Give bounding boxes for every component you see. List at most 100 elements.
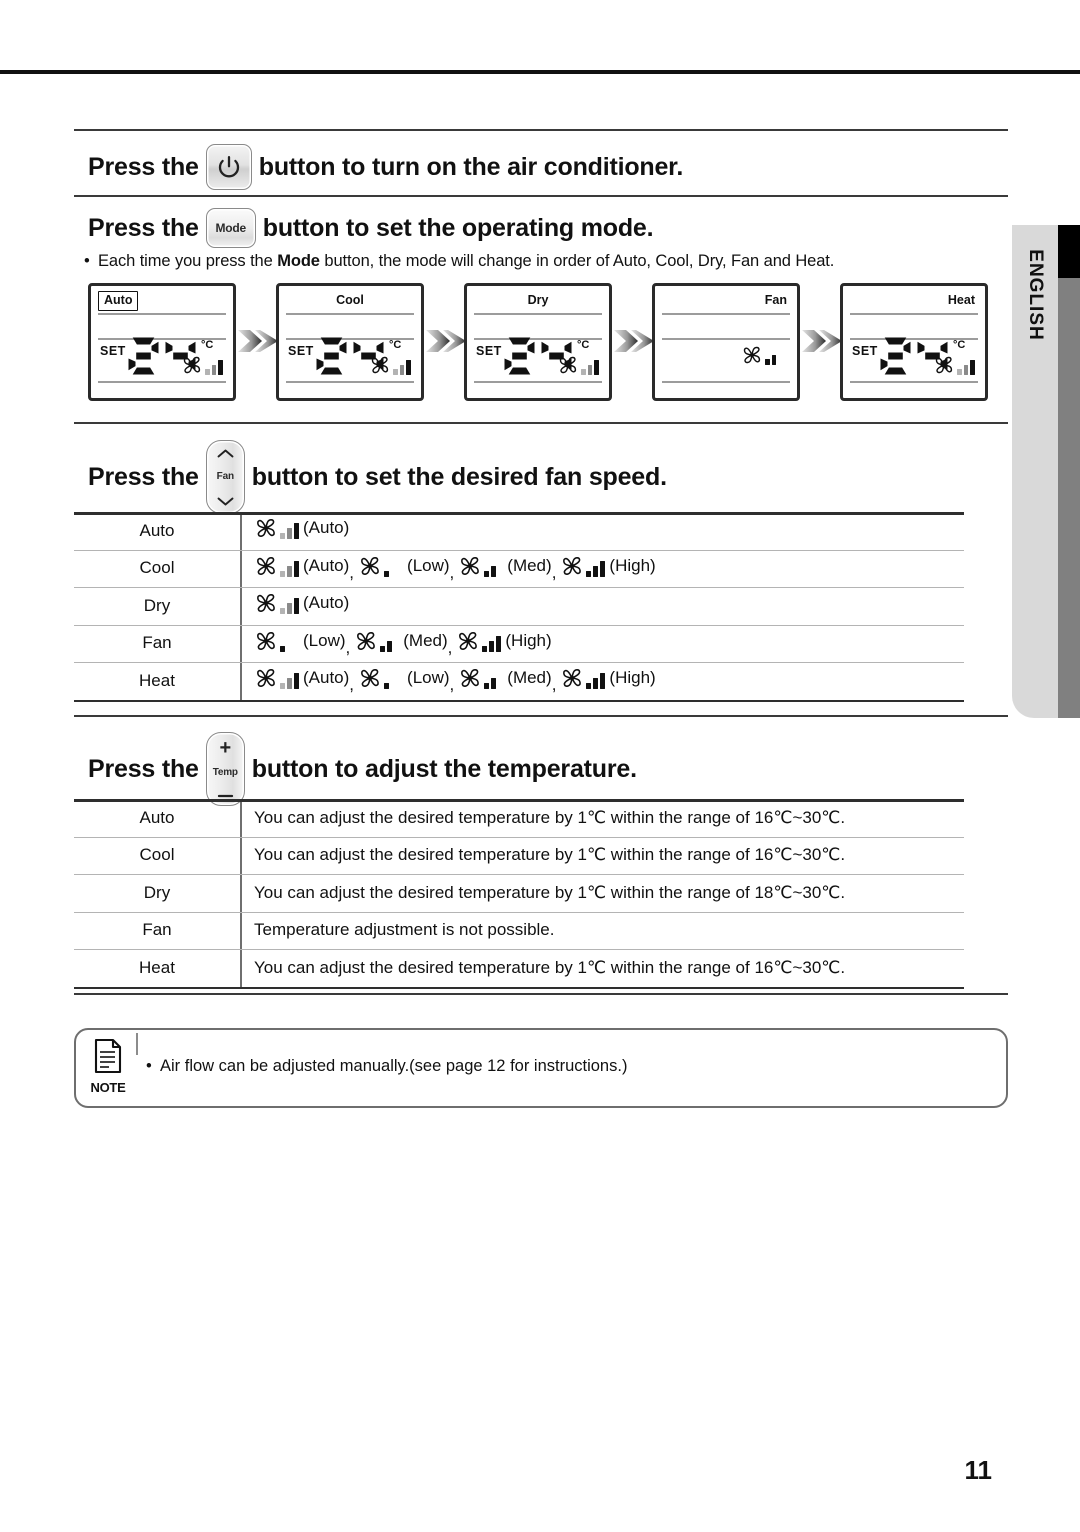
bullet-dot: • xyxy=(146,1057,152,1075)
headline-power: Press the button to turn on the air cond… xyxy=(88,141,683,193)
temp-table-text: You can adjust the desired temperature b… xyxy=(254,807,846,827)
fan-table-options: (Auto) xyxy=(240,516,964,545)
fan-option: (Low) xyxy=(358,666,450,690)
lcd-set-label: SET xyxy=(476,344,502,358)
bullet-dot: • xyxy=(84,252,90,270)
temp-button[interactable]: + Temp xyxy=(205,732,245,806)
temp-table-mode: Auto xyxy=(139,807,175,827)
lcd-panel-fan: Fan xyxy=(652,283,800,401)
fan-blade-icon xyxy=(461,669,480,688)
flow-arrow xyxy=(237,326,279,356)
flow-arrow-icon xyxy=(614,330,654,352)
fan-icon xyxy=(254,591,299,615)
note-icon-wrap: NOTE xyxy=(84,1038,132,1095)
fan-level-bars xyxy=(957,360,975,375)
fan-blade-icon xyxy=(461,556,480,575)
manual-page: ENGLISH Press the button to turn on the … xyxy=(0,0,1080,1532)
fan-icon xyxy=(254,629,299,653)
fan-icon xyxy=(560,554,606,578)
fan-option-label: (Med) xyxy=(507,668,552,688)
temp-table-mode: Heat xyxy=(139,957,175,977)
fan-blade-icon xyxy=(459,631,478,650)
fan-level-bars xyxy=(484,673,503,690)
headline-temperature-prefix: Press the xyxy=(88,754,199,783)
table-row: Heat (Auto), (Low), (Med), (High) xyxy=(74,662,964,700)
fan-option-label: (Med) xyxy=(507,555,552,575)
fan-blade-icon xyxy=(563,669,582,688)
option-separator: , xyxy=(551,562,557,582)
headline-fanspeed-suffix: button to set the desired fan speed. xyxy=(251,462,667,491)
mode-bullet: • Each time you press the Mode button, th… xyxy=(84,252,834,271)
fan-level-bars xyxy=(482,635,502,652)
fan-level-bars xyxy=(765,350,783,365)
fan-level-bars xyxy=(280,636,299,652)
fan-option-label: (Auto) xyxy=(303,555,350,575)
lcd-mode-label: Dry xyxy=(527,293,549,307)
table-row: Dry (Auto) xyxy=(74,587,964,625)
section-rule-temp-top xyxy=(74,715,1008,717)
fan-blade-icon xyxy=(257,669,275,688)
fan-option-label: (High) xyxy=(609,555,656,575)
fan-table-options: (Auto) xyxy=(240,591,964,620)
fan-icon xyxy=(354,629,399,653)
fan-icon xyxy=(254,554,299,578)
flow-arrow xyxy=(425,326,467,356)
fan-option-label: (Auto) xyxy=(303,668,350,688)
fan-option-label: (High) xyxy=(609,668,656,688)
lcd-fan-indicator xyxy=(557,354,599,376)
table-row: Dry You can adjust the desired temperatur… xyxy=(74,874,964,912)
fan-level-bars xyxy=(384,673,403,690)
lcd-panel-heat: Heat SET °C xyxy=(840,283,988,401)
lcd-panel-dry: Dry SET °C xyxy=(464,283,612,401)
option-separator: , xyxy=(551,675,557,695)
fan-level-bars xyxy=(586,560,606,577)
temperature-table: Auto You can adjust the desired temperatu… xyxy=(74,799,964,989)
power-button[interactable] xyxy=(205,144,252,190)
fan-icon xyxy=(254,516,299,540)
headline-mode-prefix: Press the xyxy=(88,213,199,242)
fan-table-mode: Cool xyxy=(139,558,175,578)
headline-mode: Press the Mode button to set the operati… xyxy=(88,206,654,250)
note-text: • Air flow can be adjusted manually.(see … xyxy=(146,1057,627,1076)
lcd-mode-label: Heat xyxy=(947,293,975,307)
lcd-unit-label: °C xyxy=(953,339,966,351)
fan-level-bars xyxy=(586,673,606,690)
note-bullet-text: Air flow can be adjusted manually.(see p… xyxy=(160,1057,628,1075)
fan-option: (Med) xyxy=(458,666,552,690)
fan-option: (High) xyxy=(456,629,552,653)
fan-speed-table: Auto (Auto) Cool (Auto), (Low), (Med), (High) D… xyxy=(74,512,964,702)
section-rule-power-top xyxy=(74,129,1008,131)
table-row: Fan (Low), (Med), (High) xyxy=(74,625,964,663)
fan-icon xyxy=(358,554,403,578)
temp-table-text: You can adjust the desired temperature b… xyxy=(254,957,846,977)
temp-table-text: You can adjust the desired temperature b… xyxy=(254,882,846,902)
mode-button[interactable]: Mode xyxy=(205,208,256,248)
mode-bullet-after: button, the mode will change in order of… xyxy=(319,252,835,270)
option-separator: , xyxy=(349,562,355,582)
option-separator: , xyxy=(449,675,455,695)
seven-segment-digit xyxy=(128,337,159,375)
fan-level-bars xyxy=(581,360,599,375)
lcd-mode-label: Fan xyxy=(764,293,787,307)
fan-table-options: (Auto), (Low), (Med), (High) xyxy=(240,554,964,583)
temp-table-mode: Cool xyxy=(139,845,175,865)
fan-speed-button[interactable]: Fan xyxy=(205,440,245,514)
fan-blade-icon xyxy=(257,556,275,575)
headline-power-suffix: button to turn on the air conditioner. xyxy=(258,152,684,181)
option-separator: , xyxy=(345,637,351,657)
fan-table-mode: Heat xyxy=(139,670,175,690)
lcd-set-label: SET xyxy=(288,344,314,358)
fan-blade-icon xyxy=(361,556,379,575)
headline-temperature-suffix: button to adjust the temperature. xyxy=(251,754,637,783)
fan-option-label: (Low) xyxy=(407,555,450,575)
fan-speed-button-label: Fan xyxy=(216,471,234,482)
flow-arrow xyxy=(801,326,843,356)
lcd-set-label: SET xyxy=(100,344,126,358)
fan-option-label: (Auto) xyxy=(303,593,350,613)
fan-option-label: (Auto) xyxy=(303,518,350,538)
mode-button-label: Mode xyxy=(215,221,247,235)
temp-button-label: Temp xyxy=(212,767,238,778)
table-row: Cool You can adjust the desired temperatu… xyxy=(74,837,964,875)
temp-table-text: You can adjust the desired temperature b… xyxy=(254,845,846,865)
fan-level-bars xyxy=(280,673,299,690)
